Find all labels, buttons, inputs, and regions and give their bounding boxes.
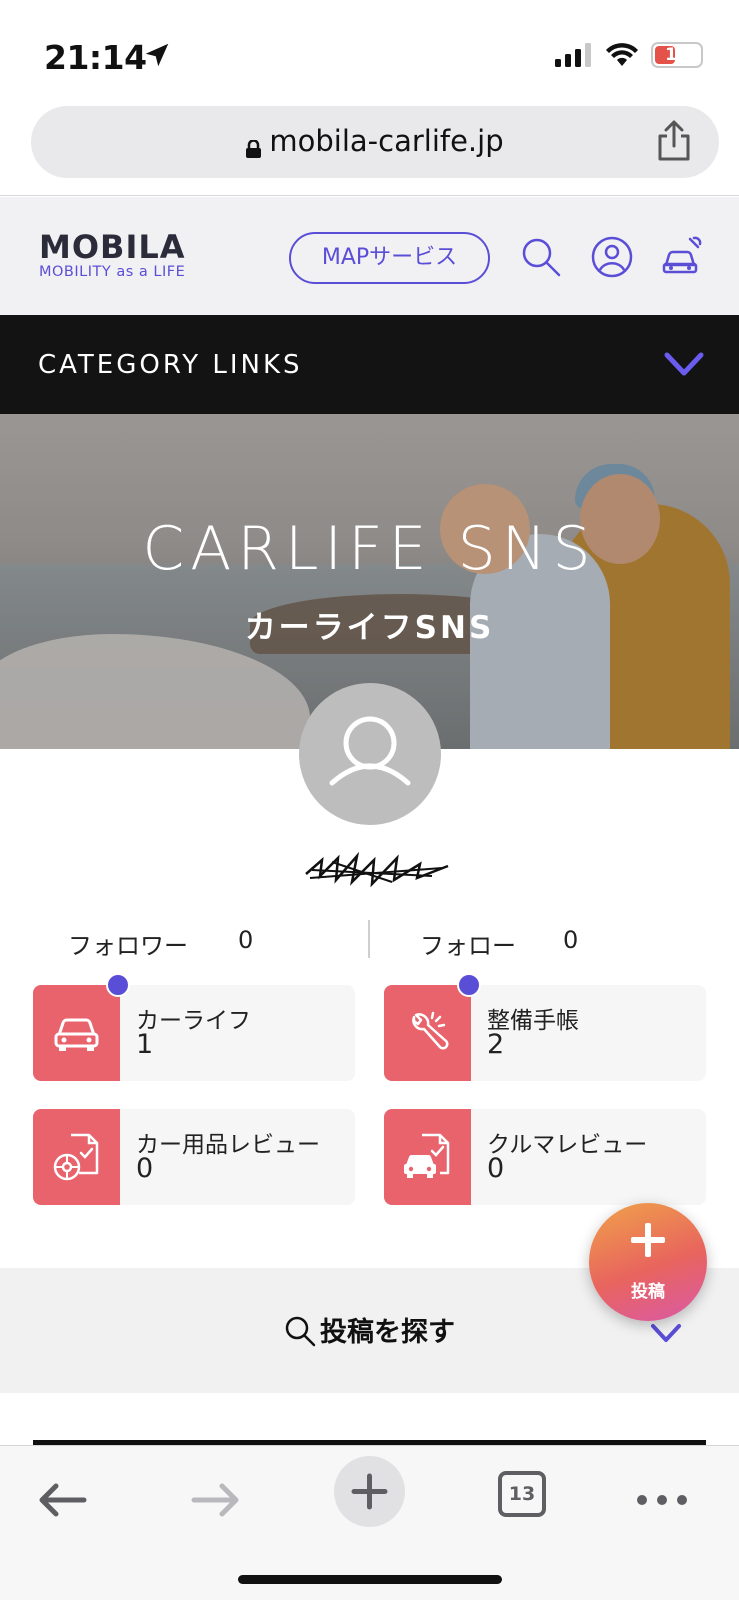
battery-level: 14 [665, 45, 689, 65]
followers-count: 0 [238, 926, 254, 954]
battery-icon: 14 [651, 42, 703, 68]
map-service-button[interactable]: MAPサービス [289, 232, 490, 284]
mobila-logo[interactable]: MOBILA MOBILITY as a LIFE [39, 228, 186, 280]
category-links-bar[interactable]: CATEGORY LINKS [0, 315, 739, 414]
status-time: 21:14 [44, 38, 147, 77]
username-redacted-scribble [305, 851, 449, 888]
card-title: カーライフ [136, 1008, 251, 1034]
site-header: MOBILA MOBILITY as a LIFE MAPサービス [0, 197, 739, 315]
location-arrow-icon [145, 43, 169, 67]
card-value: 0 [487, 1153, 505, 1184]
home-indicator [238, 1575, 502, 1584]
lock-icon [246, 131, 262, 158]
logo-main: MOBILA [39, 228, 186, 266]
search-posts-label: 投稿を探す [320, 1317, 455, 1348]
address-bar[interactable]: mobila-carlife.jp [31, 106, 719, 178]
followers-label[interactable]: フォロワー [68, 926, 188, 961]
post-fab-button[interactable]: 投稿 [589, 1203, 707, 1321]
card-value: 1 [136, 1029, 154, 1060]
status-bar: 21:14 14 [0, 0, 739, 100]
fab-label: 投稿 [631, 1282, 665, 1302]
follow-stats: フォロワー 0 フォロー 0 [0, 920, 739, 960]
car-icon [54, 1018, 99, 1051]
share-icon[interactable] [655, 120, 693, 162]
car-document-icon [404, 1133, 450, 1178]
new-tab-button[interactable] [334, 1456, 405, 1527]
card-car-review[interactable]: クルマレビュー 0 [384, 1109, 706, 1205]
category-links-label: CATEGORY LINKS [38, 350, 303, 380]
card-maintenance-log[interactable]: 整備手帳 2 [384, 973, 706, 1081]
user-account-icon[interactable] [590, 235, 634, 279]
user-silhouette-icon [329, 716, 411, 786]
wrench-icon [412, 1011, 449, 1050]
card-carlife[interactable]: カーライフ 1 [33, 973, 355, 1081]
browser-url-area: mobila-carlife.jp [0, 100, 739, 196]
search-icon[interactable] [519, 235, 563, 279]
card-car-goods-review[interactable]: カー用品レビュー 0 [33, 1109, 355, 1205]
url-text: mobila-carlife.jp [269, 124, 504, 158]
card-value: 2 [487, 1029, 505, 1060]
following-label[interactable]: フォロー [420, 926, 516, 961]
card-title: クルマレビュー [487, 1132, 648, 1158]
cellular-signal-icon [555, 43, 591, 67]
search-icon [285, 1316, 316, 1346]
logo-tagline: MOBILITY as a LIFE [39, 264, 186, 280]
notification-dot [457, 973, 481, 997]
more-options-icon[interactable] [632, 1470, 692, 1530]
notification-dot [106, 973, 130, 997]
card-title: カー用品レビュー [136, 1132, 320, 1158]
hero-title: CARLIFE SNS [142, 514, 597, 584]
plus-icon [351, 1473, 388, 1510]
tabs-button[interactable]: 13 [498, 1471, 546, 1517]
chevron-down-icon[interactable] [664, 349, 704, 379]
hero-subtitle: カーライフSNS [244, 610, 495, 646]
chevron-down-icon[interactable] [650, 1322, 682, 1344]
following-count: 0 [563, 926, 579, 954]
wifi-icon [606, 43, 638, 66]
tire-document-icon [53, 1133, 99, 1181]
card-value: 0 [136, 1153, 154, 1184]
follow-divider [368, 920, 370, 958]
car-maintenance-icon[interactable] [660, 235, 704, 279]
back-arrow-icon[interactable] [32, 1470, 92, 1530]
plus-icon [631, 1223, 665, 1257]
profile-avatar[interactable] [299, 683, 441, 825]
forward-arrow-icon[interactable] [186, 1470, 246, 1530]
status-icons: 14 [555, 42, 703, 68]
